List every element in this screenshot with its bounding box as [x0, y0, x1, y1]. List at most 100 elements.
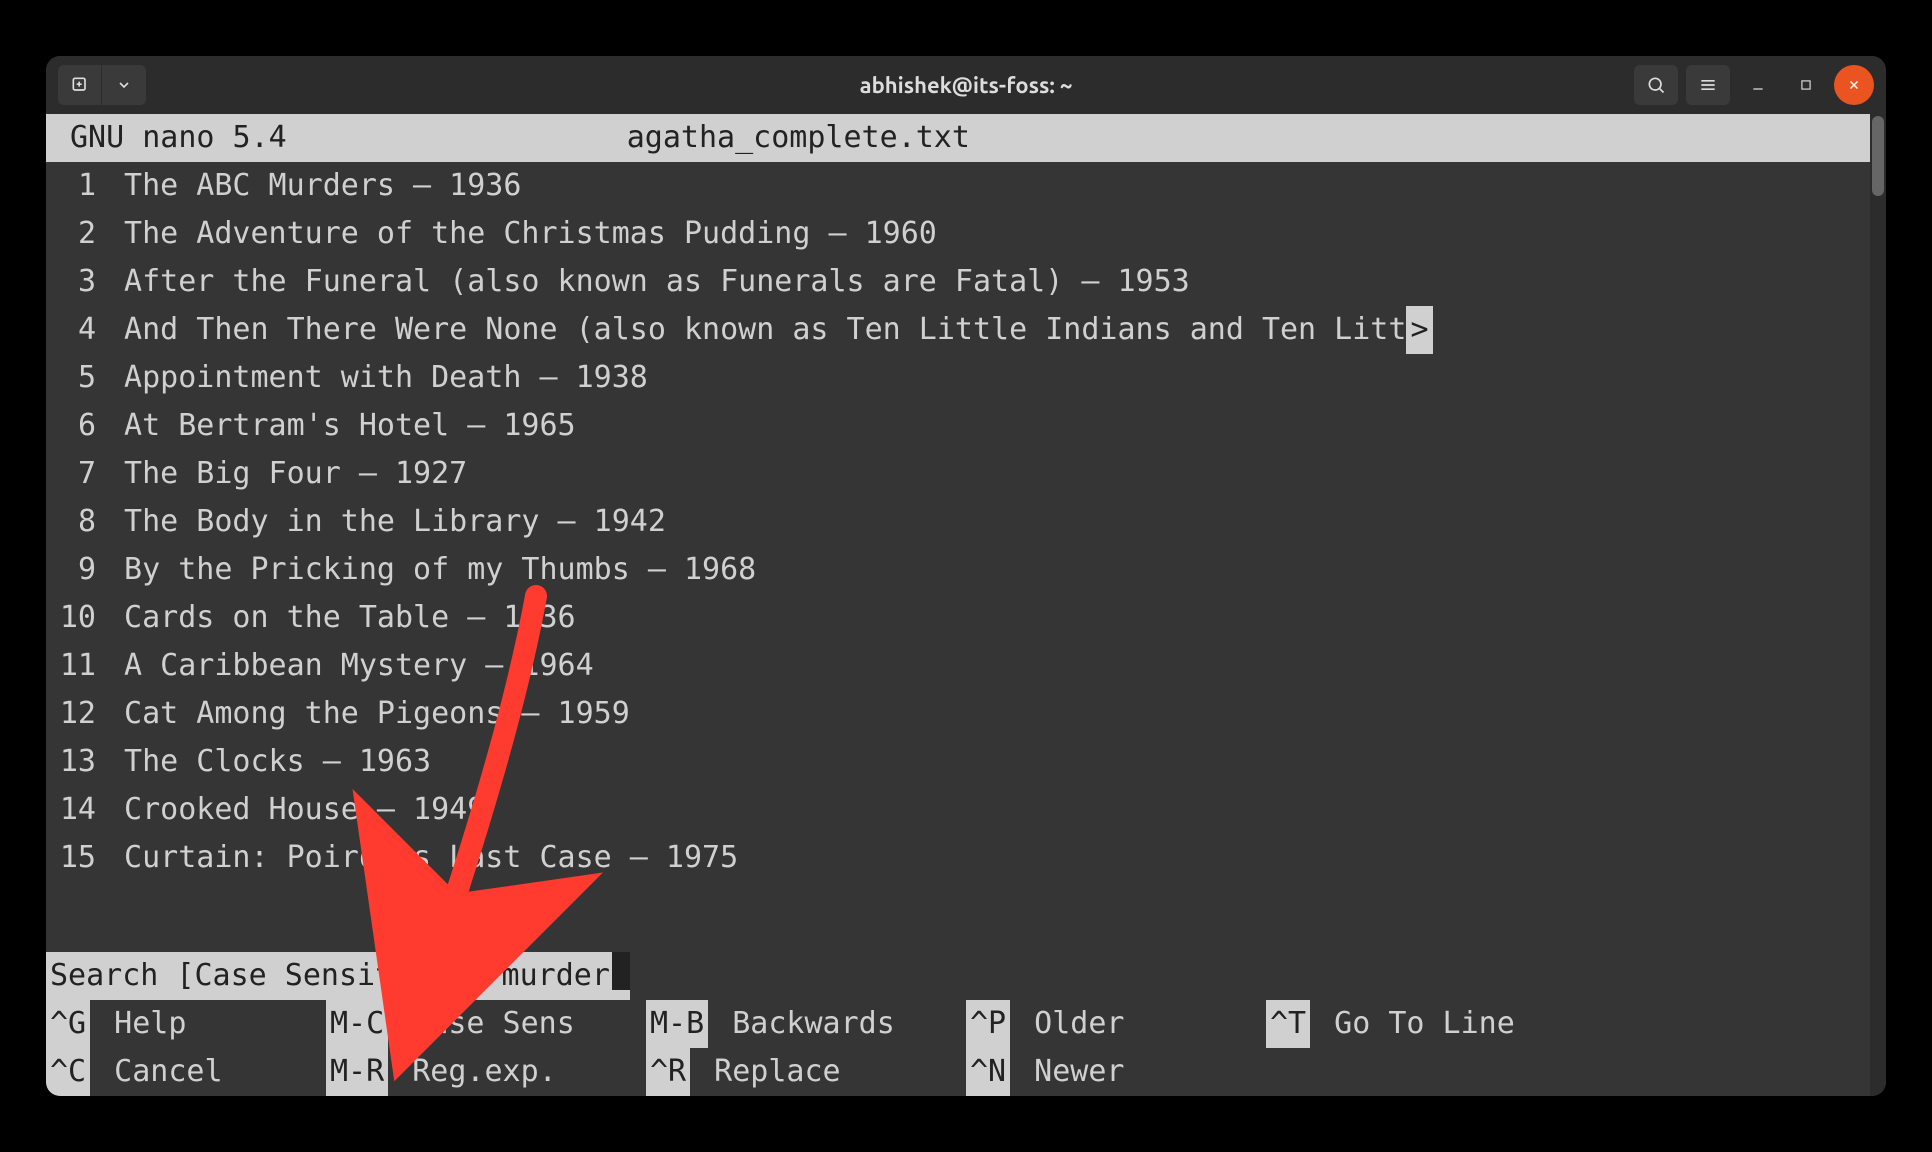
line-number: 10 [46, 594, 106, 642]
shortcut-label: Cancel [90, 1048, 228, 1096]
scrollbar[interactable] [1870, 114, 1886, 1096]
terminal-window: abhishek@its-foss: ~ GNU nano 5.4 agatha [46, 56, 1886, 1096]
line-number: 6 [46, 402, 106, 450]
help-row: ^C CancelM-R Reg.exp.^R Replace^N Newer [46, 1048, 1886, 1096]
editor-line: 8 The Body in the Library – 1942 [46, 498, 1886, 546]
line-number: 11 [46, 642, 106, 690]
line-number: 1 [46, 162, 106, 210]
shortcut-key: M-B [646, 1000, 708, 1048]
line-text: The Clocks – 1963 [106, 738, 431, 786]
shortcut-key: M-C [326, 1000, 388, 1048]
search-prompt: Search [Case Sensitive]: [50, 952, 502, 1000]
editor-line: 1 The ABC Murders – 1936 [46, 162, 1886, 210]
line-text: The Adventure of the Christmas Pudding –… [106, 210, 937, 258]
help-shortcut: ^P Older [966, 1000, 1266, 1048]
text-cursor [612, 952, 630, 990]
shortcut-label: Newer [1010, 1048, 1130, 1096]
line-text: By the Pricking of my Thumbs – 1968 [106, 546, 756, 594]
line-text: The Body in the Library – 1942 [106, 498, 666, 546]
help-shortcut: ^N Newer [966, 1048, 1266, 1096]
new-tab-button[interactable] [58, 65, 102, 105]
help-shortcut: M-B Backwards [646, 1000, 966, 1048]
line-text: At Bertram's Hotel – 1965 [106, 402, 576, 450]
window-title: abhishek@its-foss: ~ [46, 73, 1886, 98]
editor-content: 1 The ABC Murders – 19362 The Adventure … [46, 162, 1886, 952]
help-shortcut: ^T Go To Line [1266, 1000, 1586, 1048]
search-icon [1646, 75, 1666, 95]
line-text: Cat Among the Pigeons – 1959 [106, 690, 630, 738]
minimize-button[interactable] [1738, 65, 1778, 105]
shortcut-label: Case Sens [388, 1000, 581, 1048]
chevron-down-icon [116, 77, 132, 93]
maximize-icon [1799, 78, 1813, 92]
search-input[interactable]: murder [502, 952, 610, 1000]
editor-line: 3 After the Funeral (also known as Funer… [46, 258, 1886, 306]
scrollbar-thumb[interactable] [1872, 116, 1884, 196]
editor-line: 14 Crooked House – 1949 [46, 786, 1886, 834]
shortcut-label: Replace [690, 1048, 847, 1096]
nano-help-bar: ^G HelpM-C Case SensM-B Backwards^P Olde… [46, 1000, 1886, 1096]
nano-app-name: GNU nano 5.4 [58, 114, 287, 162]
maximize-button[interactable] [1786, 65, 1826, 105]
line-number: 2 [46, 210, 106, 258]
line-number: 7 [46, 450, 106, 498]
menu-button[interactable] [1686, 65, 1730, 105]
line-text: And Then There Were None (also known as … [106, 306, 1406, 354]
shortcut-key: ^G [46, 1000, 90, 1048]
editor-line: 12 Cat Among the Pigeons – 1959 [46, 690, 1886, 738]
line-number: 14 [46, 786, 106, 834]
help-shortcut: ^C Cancel [46, 1048, 326, 1096]
shortcut-label: Help [90, 1000, 192, 1048]
editor-line: 9 By the Pricking of my Thumbs – 1968 [46, 546, 1886, 594]
line-text: The ABC Murders – 1936 [106, 162, 521, 210]
help-shortcut: M-R Reg.exp. [326, 1048, 646, 1096]
hamburger-icon [1698, 75, 1718, 95]
line-number: 12 [46, 690, 106, 738]
shortcut-key: M-R [326, 1048, 388, 1096]
search-button[interactable] [1634, 65, 1678, 105]
help-shortcut: ^R Replace [646, 1048, 966, 1096]
minimize-icon [1750, 77, 1766, 93]
line-text: Crooked House – 1949 [106, 786, 485, 834]
close-icon [1847, 78, 1861, 92]
shortcut-label: Go To Line [1310, 1000, 1521, 1048]
line-text: Curtain: Poirot's Last Case – 1975 [106, 834, 738, 882]
editor-line: 2 The Adventure of the Christmas Pudding… [46, 210, 1886, 258]
line-number: 5 [46, 354, 106, 402]
line-text: The Big Four – 1927 [106, 450, 467, 498]
line-text: Cards on the Table – 1936 [106, 594, 576, 642]
shortcut-label: Older [1010, 1000, 1130, 1048]
editor-line: 5 Appointment with Death – 1938 [46, 354, 1886, 402]
new-tab-icon [70, 75, 90, 95]
close-button[interactable] [1834, 65, 1874, 105]
line-text: After the Funeral (also known as Funeral… [106, 258, 1190, 306]
line-text: A Caribbean Mystery – 1964 [106, 642, 594, 690]
help-row: ^G HelpM-C Case SensM-B Backwards^P Olde… [46, 1000, 1886, 1048]
line-number: 13 [46, 738, 106, 786]
editor-line: 15 Curtain: Poirot's Last Case – 1975 [46, 834, 1886, 882]
shortcut-key: ^R [646, 1048, 690, 1096]
titlebar: abhishek@its-foss: ~ [46, 56, 1886, 114]
overflow-indicator: > [1406, 306, 1432, 354]
line-number: 8 [46, 498, 106, 546]
help-shortcut: ^G Help [46, 1000, 326, 1048]
terminal-area[interactable]: GNU nano 5.4 agatha_complete.txt 1 The A… [46, 114, 1886, 1096]
editor-line: 13 The Clocks – 1963 [46, 738, 1886, 786]
shortcut-label: Reg.exp. [388, 1048, 563, 1096]
shortcut-label: Backwards [708, 1000, 901, 1048]
line-text: Appointment with Death – 1938 [106, 354, 648, 402]
search-bar: Search [Case Sensitive]: murder [46, 952, 1886, 1000]
tab-dropdown-button[interactable] [102, 65, 146, 105]
editor-line: 7 The Big Four – 1927 [46, 450, 1886, 498]
editor-line: 4 And Then There Were None (also known a… [46, 306, 1886, 354]
shortcut-key: ^C [46, 1048, 90, 1096]
shortcut-key: ^N [966, 1048, 1010, 1096]
line-number: 4 [46, 306, 106, 354]
help-shortcut: M-C Case Sens [326, 1000, 646, 1048]
shortcut-key: ^P [966, 1000, 1010, 1048]
line-number: 15 [46, 834, 106, 882]
editor-line: 6 At Bertram's Hotel – 1965 [46, 402, 1886, 450]
shortcut-key: ^T [1266, 1000, 1310, 1048]
tab-button-group [58, 65, 146, 105]
line-number: 9 [46, 546, 106, 594]
